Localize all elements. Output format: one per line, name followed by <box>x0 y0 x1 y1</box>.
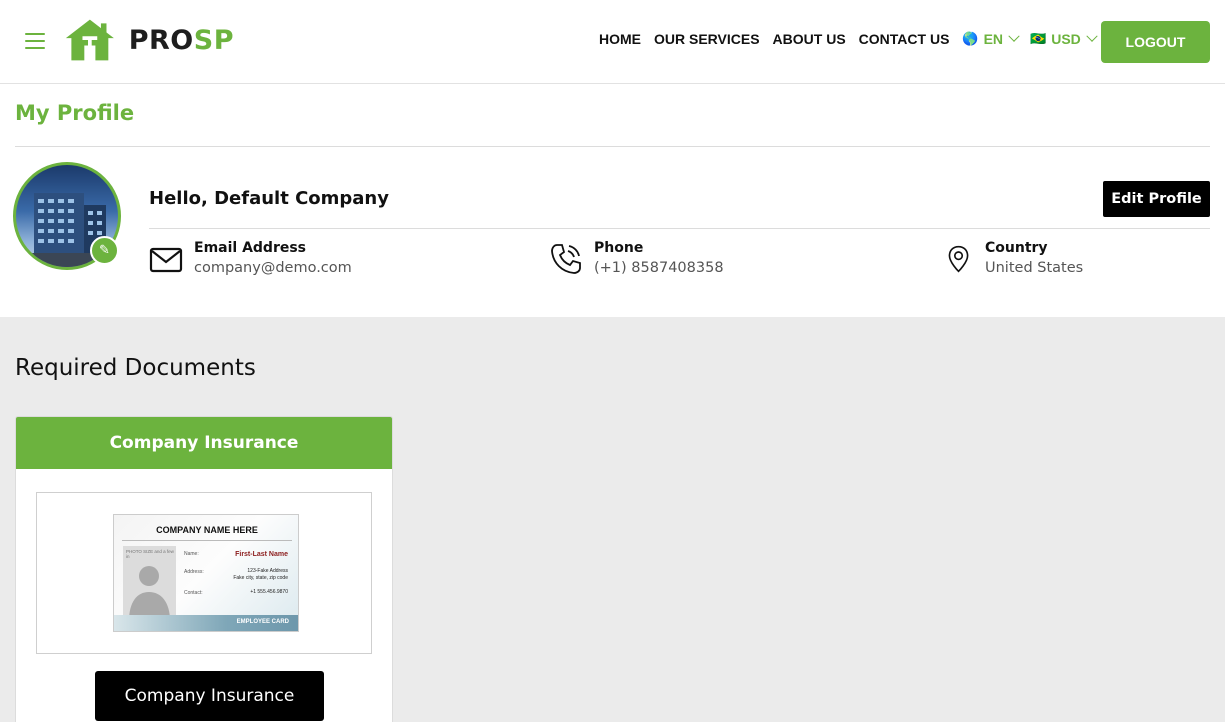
main-nav: HOME OUR SERVICES ABOUT US CONTACT US 🌎 … <box>599 30 1108 47</box>
id-photo: PHOTO SIZE and a few in <box>123 546 176 621</box>
currency-dropdown[interactable]: 🇧🇷 USD <box>1030 30 1098 47</box>
id-contact-value: +1 555.456.9870 <box>250 589 288 595</box>
id-card-footer: EMPLOYEE CARD <box>236 619 289 625</box>
globe-icon: 🌎 <box>962 31 979 46</box>
divider <box>15 146 1210 147</box>
currency-value: USD <box>1051 31 1081 47</box>
logout-button[interactable]: LOGOUT <box>1101 21 1210 63</box>
phone-label: Phone <box>594 240 644 256</box>
country-info: Country United States <box>947 240 1083 279</box>
logo[interactable]: PROSP <box>64 15 234 65</box>
document-card-header: Company Insurance <box>16 417 392 469</box>
nav-home[interactable]: HOME <box>599 31 641 47</box>
language-value: EN <box>983 31 1004 47</box>
profile-section: My Profile ✎ Hello, Default Company Edit… <box>0 84 1225 317</box>
edit-avatar-pencil-icon[interactable]: ✎ <box>90 236 119 265</box>
page-title: My Profile <box>15 101 135 125</box>
chevron-down-icon <box>1086 30 1098 42</box>
id-card-title: COMPANY NAME HERE <box>156 525 258 535</box>
id-name-label: Name: <box>184 551 199 557</box>
language-dropdown[interactable]: 🌎 EN <box>962 30 1020 47</box>
document-card: Company Insurance COMPANY NAME HERE PHOT… <box>15 416 393 722</box>
country-label: Country <box>985 240 1048 256</box>
map-pin-icon <box>948 245 969 273</box>
phone-info: Phone (+1) 8587408358 <box>549 240 724 279</box>
email-info: Email Address company@demo.com <box>149 240 352 279</box>
nav-about-us[interactable]: ABOUT US <box>773 31 846 47</box>
country-value: United States <box>985 260 1084 276</box>
divider <box>149 228 1210 229</box>
id-card-image: COMPANY NAME HERE PHOTO SIZE and a few i… <box>113 514 299 632</box>
nav-contact-us[interactable]: CONTACT US <box>859 31 950 47</box>
logo-wordmark: PROSP <box>129 25 234 56</box>
edit-profile-button[interactable]: Edit Profile <box>1103 181 1210 217</box>
flag-icon: 🇧🇷 <box>1030 31 1047 46</box>
email-label: Email Address <box>194 240 307 256</box>
id-contact-label: Contact: <box>184 590 203 596</box>
divider <box>122 540 292 541</box>
logo-text-sp: SP <box>193 24 234 56</box>
greeting: Hello, Default Company <box>149 188 389 209</box>
id-address-line2: Fake city, state, zip code <box>233 575 288 581</box>
company-insurance-button[interactable]: Company Insurance <box>95 671 324 721</box>
envelope-icon <box>149 247 183 273</box>
section-title-documents: Required Documents <box>15 355 256 381</box>
id-address-line1: 123-Fake Address <box>247 568 288 574</box>
nav-our-services[interactable]: OUR SERVICES <box>654 31 760 47</box>
email-value: company@demo.com <box>194 260 352 276</box>
chevron-down-icon <box>1008 30 1020 42</box>
id-address-label: Address: <box>184 569 204 575</box>
document-preview[interactable]: COMPANY NAME HERE PHOTO SIZE and a few i… <box>36 492 372 654</box>
house-logo-icon <box>65 19 114 61</box>
menu-icon[interactable] <box>25 33 45 49</box>
id-name-value: First-Last Name <box>235 551 288 558</box>
top-navbar: PROSP HOME OUR SERVICES ABOUT US CONTACT… <box>0 0 1225 84</box>
person-silhouette-icon <box>129 566 170 621</box>
logo-text-pro: PRO <box>128 24 194 56</box>
phone-icon <box>551 244 581 274</box>
phone-value: (+1) 8587408358 <box>594 260 724 276</box>
